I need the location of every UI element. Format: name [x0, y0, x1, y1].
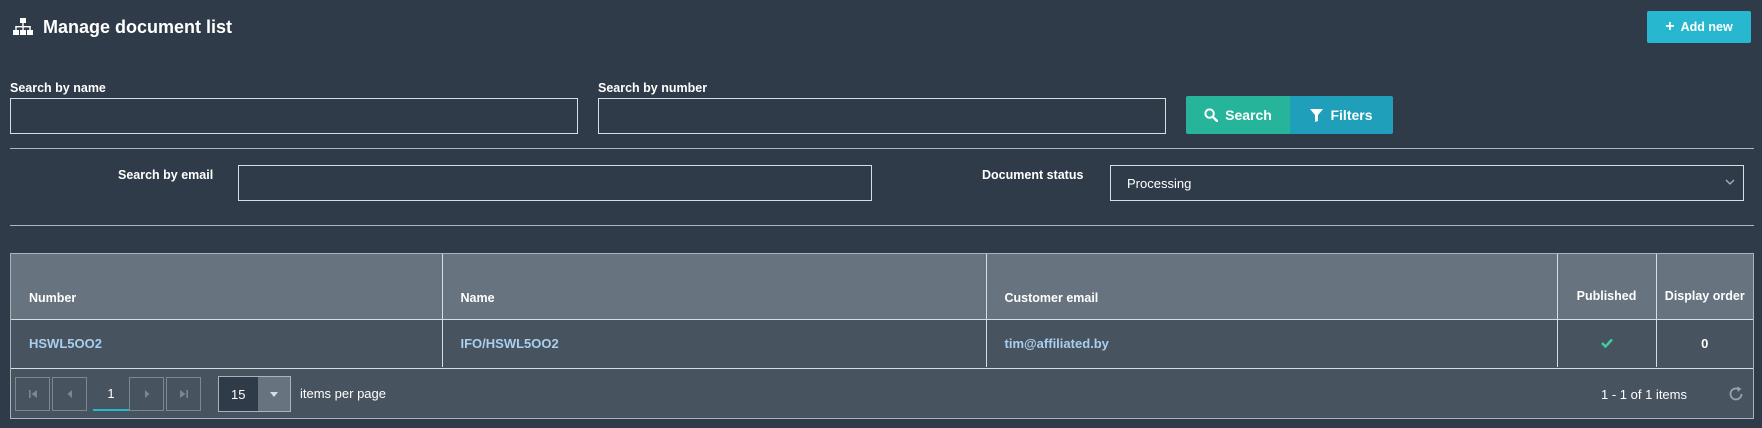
customer-email-link[interactable]: tim@affiliated.by: [1005, 336, 1109, 351]
document-status-select[interactable]: Processing: [1110, 165, 1744, 201]
plus-icon: +: [1665, 18, 1675, 35]
search-number-label: Search by number: [598, 81, 708, 95]
table-row: HSWL5OO2 IFO/HSWL5OO2 tim@affiliated.by …: [11, 318, 1753, 367]
cell-customer-email: tim@affiliated.by: [986, 318, 1558, 367]
search-icon: [1204, 108, 1219, 122]
column-header-name[interactable]: Name: [442, 254, 987, 319]
add-new-label: Add new: [1680, 20, 1733, 34]
search-button[interactable]: Search: [1186, 96, 1290, 134]
pager-info: 1 - 1 of 1 items: [1601, 387, 1687, 402]
check-icon: [1600, 338, 1613, 348]
document-status-label: Document status: [982, 168, 1084, 182]
add-new-button[interactable]: + Add new: [1647, 11, 1751, 43]
sitemap-icon: [13, 18, 33, 35]
previous-page-icon: [67, 390, 72, 398]
refresh-icon[interactable]: [1727, 385, 1745, 403]
column-header-display-order[interactable]: Display order: [1656, 254, 1753, 319]
page-size-select[interactable]: 15: [218, 376, 291, 412]
document-status-value: Processing: [1127, 175, 1192, 191]
search-button-label: Search: [1225, 107, 1272, 123]
column-header-customer-email[interactable]: Customer email: [986, 254, 1558, 319]
pager: 1 15 items per page 1 - 1 of 1 items: [11, 368, 1753, 418]
column-header-number[interactable]: Number: [11, 254, 443, 319]
page-size-dropdown-button[interactable]: [258, 377, 290, 411]
divider: [10, 148, 1754, 149]
cell-published: [1557, 318, 1657, 367]
next-page-button[interactable]: [129, 377, 164, 411]
filters-button[interactable]: Filters: [1290, 96, 1393, 134]
items-per-page-label: items per page: [300, 386, 386, 401]
last-page-button[interactable]: [166, 377, 201, 411]
cell-number: HSWL5OO2: [11, 318, 443, 367]
divider: [10, 225, 1754, 226]
search-number-input[interactable]: [598, 98, 1166, 134]
search-name-input[interactable]: [10, 98, 578, 134]
filter-icon: [1310, 108, 1324, 122]
cell-name: IFO/HSWL5OO2: [442, 318, 987, 367]
filters-button-label: Filters: [1330, 107, 1373, 123]
caret-down-icon: [270, 391, 278, 397]
search-email-label: Search by email: [118, 168, 214, 182]
document-name-link[interactable]: IFO/HSWL5OO2: [461, 336, 559, 351]
next-page-icon: [144, 390, 149, 398]
first-page-button[interactable]: [15, 377, 50, 411]
document-grid: Number Name Customer email Published Dis…: [10, 253, 1754, 419]
document-number-link[interactable]: HSWL5OO2: [29, 336, 102, 351]
first-page-icon: [28, 390, 37, 398]
last-page-icon: [179, 390, 188, 398]
grid-header-row: Number Name Customer email Published Dis…: [11, 254, 1753, 319]
chevron-down-icon: [1725, 179, 1735, 185]
cell-display-order: 0: [1656, 318, 1753, 367]
page-title: Manage document list: [43, 16, 233, 37]
page-number-button[interactable]: 1: [93, 377, 129, 411]
page-size-value: 15: [219, 377, 258, 411]
column-header-published[interactable]: Published: [1557, 254, 1657, 319]
search-name-label: Search by name: [10, 81, 106, 95]
search-email-input[interactable]: [238, 165, 872, 201]
previous-page-button[interactable]: [52, 377, 87, 411]
page-header: Manage document list: [13, 14, 232, 40]
